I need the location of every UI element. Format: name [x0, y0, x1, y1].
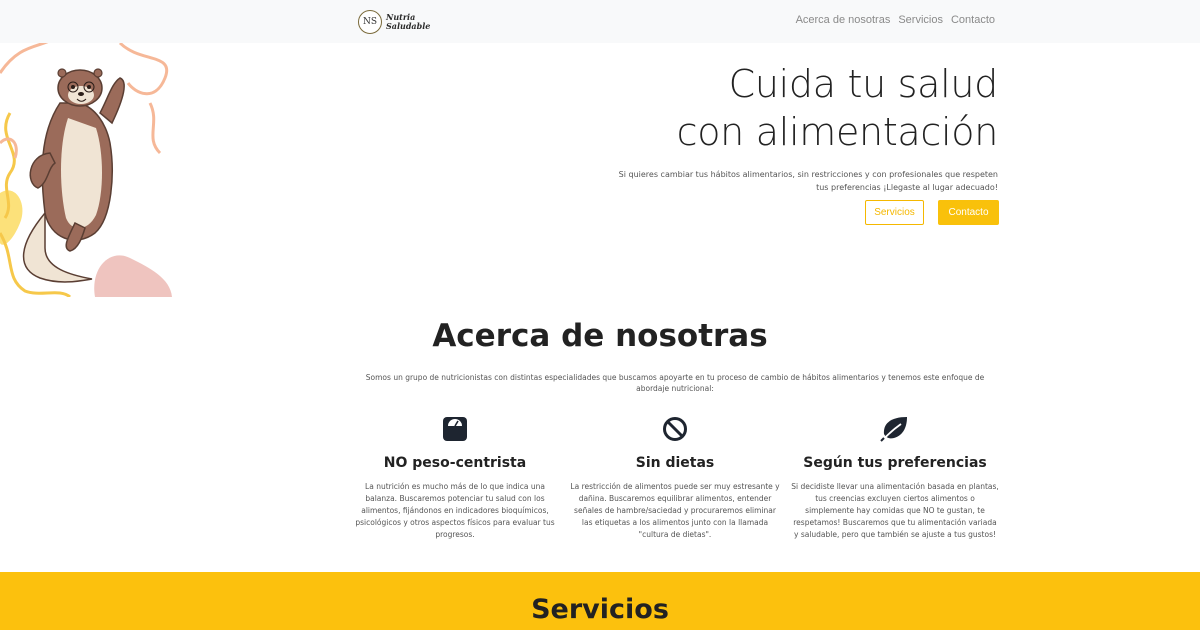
feature-title: Según tus preferencias [803, 455, 987, 471]
feature-segun-tus-preferencias: Según tus preferencias Si decidiste llev… [790, 410, 1000, 541]
weight-scale-icon [350, 412, 560, 446]
hero-description: Si quieres cambiar tus hábitos alimentar… [618, 170, 998, 192]
feature-sin-dietas: Sin dietas La restricción de alimentos p… [570, 410, 780, 541]
navbar: NS Nutria Saludable Acerca de nosotras S… [0, 0, 1200, 43]
services-section: Servicios [0, 572, 1200, 630]
feature-no-peso-centrista: NO peso-centrista La nutrición es mucho … [350, 410, 560, 541]
leaf-icon [790, 412, 1000, 446]
otter-illustration [0, 43, 172, 297]
nav-links: Acerca de nosotras Servicios Contacto [796, 14, 995, 26]
hero-title-line1: Cuida tu salud [728, 62, 999, 106]
about-title: Acerca de nosotras [432, 318, 768, 354]
services-title: Servicios [531, 594, 669, 625]
nav-link-about[interactable]: Acerca de nosotras [796, 14, 891, 26]
hero-title: Cuida tu salud con alimentación [676, 60, 999, 156]
logo-badge-icon: NS [358, 9, 382, 34]
feature-text: Si decidiste llevar una alimentación bas… [791, 482, 999, 539]
about-description: Somos un grupo de nutricionistas con dis… [365, 373, 985, 393]
services-button[interactable]: Servicios [865, 200, 924, 225]
brand-logo[interactable]: NS Nutria Saludable [358, 8, 444, 35]
nav-link-services[interactable]: Servicios [898, 14, 943, 26]
feature-title: Sin dietas [635, 455, 715, 471]
feature-text: La nutrición es mucho más de lo que indi… [355, 482, 555, 539]
hero-title-line2: con alimentación [676, 110, 999, 154]
feature-text: La restricción de alimentos puede ser mu… [570, 482, 780, 539]
logo-wordmark: Nutria Saludable [386, 12, 431, 31]
nav-link-contact[interactable]: Contacto [951, 14, 995, 26]
feature-title: NO peso-centrista [383, 455, 527, 471]
logo-name-line2: Saludable [386, 20, 431, 31]
ban-icon [570, 412, 780, 446]
contact-button[interactable]: Contacto [938, 200, 999, 225]
